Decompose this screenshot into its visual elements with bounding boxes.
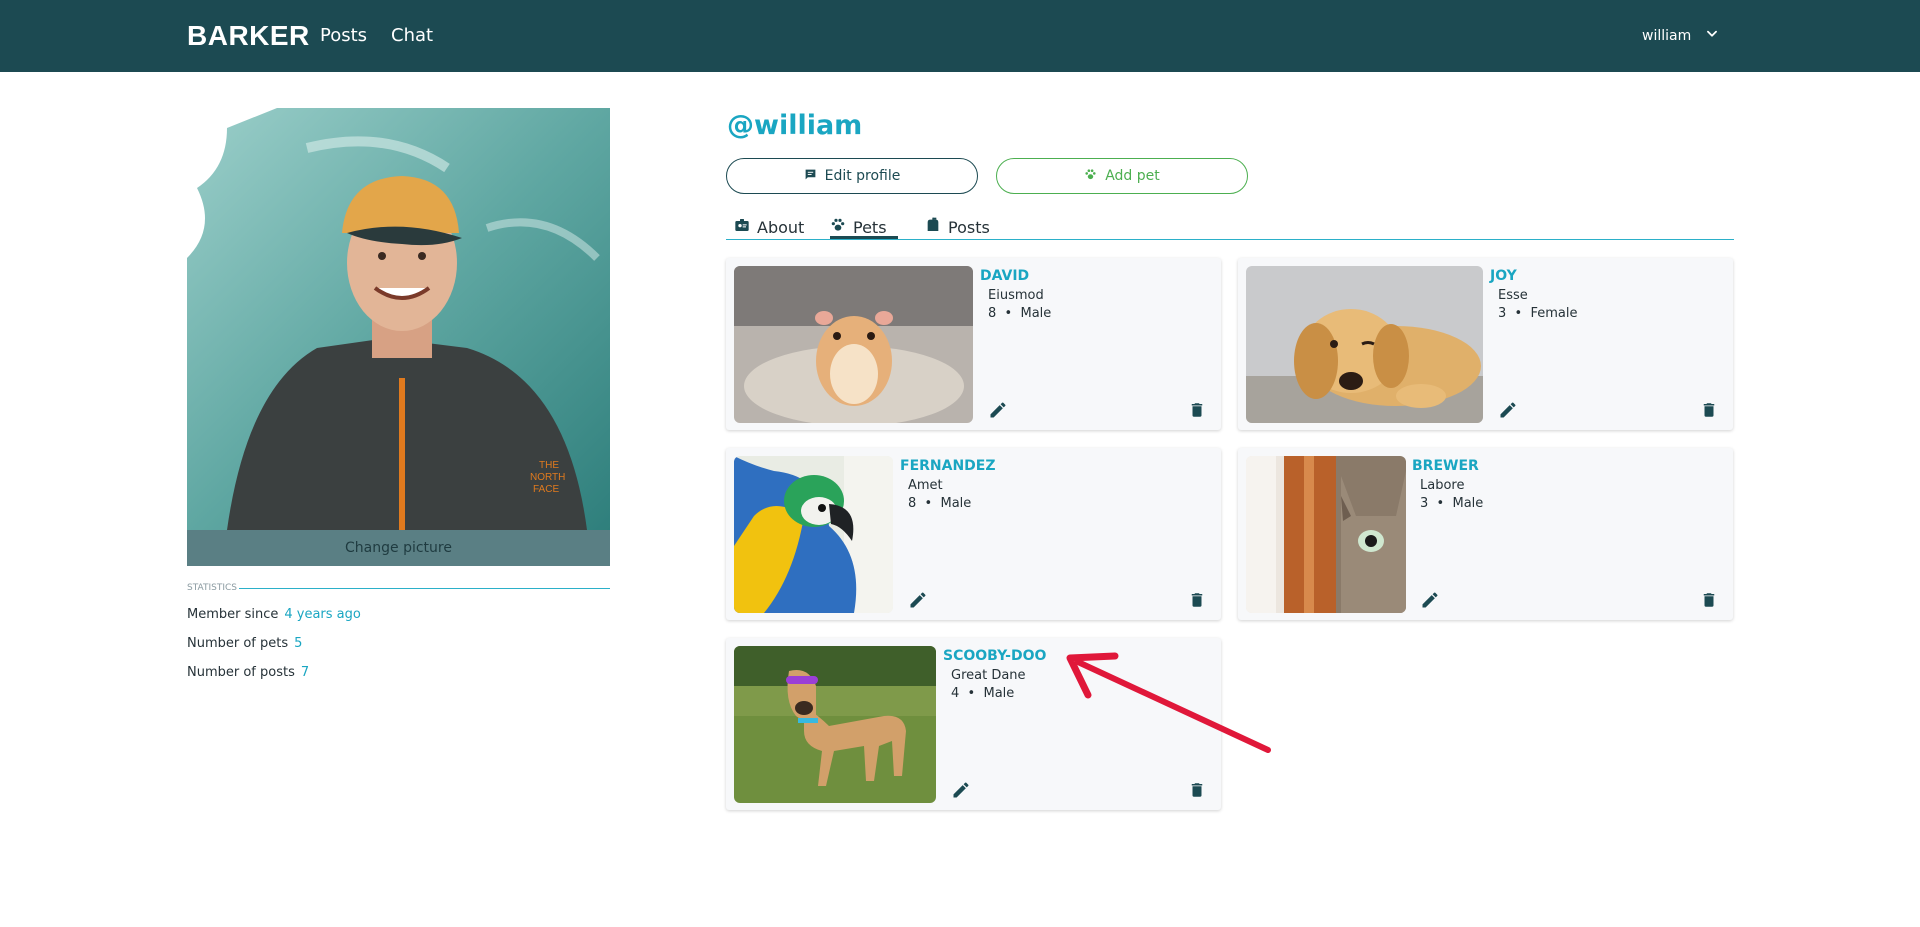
- pet-meta: 8 • Male: [988, 306, 1051, 321]
- trash-icon[interactable]: [1188, 780, 1206, 800]
- pet-age: 8: [908, 496, 917, 511]
- pet-breed: Amet: [908, 478, 943, 493]
- svg-text:NORTH: NORTH: [530, 472, 565, 483]
- id-badge-icon: [734, 217, 750, 237]
- pet-age: 4: [951, 686, 960, 701]
- statistics-heading: STATISTICS: [187, 583, 610, 593]
- pet-name[interactable]: BREWER: [1412, 458, 1479, 474]
- pet-card: FERNANDEZ Amet 8 • Male: [726, 448, 1221, 620]
- pet-gender: Male: [1452, 496, 1484, 511]
- meta-separator: •: [967, 686, 976, 701]
- chevron-down-icon: [1705, 26, 1719, 45]
- trash-icon[interactable]: [1700, 590, 1718, 610]
- pet-card: SCOOBY-DOO Great Dane 4 • Male: [726, 638, 1221, 810]
- top-navbar: BARKER Posts Chat william: [0, 0, 1920, 72]
- comment-icon: [804, 168, 817, 185]
- pet-gender: Female: [1530, 306, 1578, 321]
- pet-breed: Labore: [1420, 478, 1465, 493]
- pet-meta: 4 • Male: [951, 686, 1014, 701]
- stat-member-since: Member since 4 years ago: [187, 607, 361, 622]
- edit-profile-label: Edit profile: [824, 168, 901, 184]
- meta-separator: •: [1436, 496, 1445, 511]
- trash-icon[interactable]: [1188, 590, 1206, 610]
- paw-icon: [1084, 168, 1097, 185]
- pet-photo: [1246, 266, 1483, 423]
- trash-icon[interactable]: [1700, 400, 1718, 420]
- pet-name[interactable]: JOY: [1490, 268, 1517, 284]
- profile-picture: THE NORTH FACE: [187, 108, 610, 530]
- pet-photo: [734, 456, 893, 613]
- statistics-divider: [238, 587, 610, 589]
- pet-photo: [734, 266, 973, 423]
- pet-gender: Male: [1020, 306, 1052, 321]
- tab-posts-label: Posts: [948, 217, 990, 237]
- pet-age: 8: [988, 306, 997, 321]
- profile-tabs: About Pets Posts: [726, 212, 1734, 240]
- pencil-icon[interactable]: [951, 780, 971, 800]
- tab-about-label: About: [757, 217, 805, 237]
- change-picture-button[interactable]: Change picture: [187, 530, 610, 566]
- user-menu-name: william: [1642, 27, 1692, 44]
- pet-breed: Eiusmod: [988, 288, 1044, 303]
- pet-meta: 3 • Male: [1420, 496, 1483, 511]
- pet-gender: Male: [940, 496, 972, 511]
- user-menu[interactable]: william: [1642, 26, 1719, 45]
- pet-age: 3: [1498, 306, 1507, 321]
- pet-age: 3: [1420, 496, 1429, 511]
- pencil-icon[interactable]: [1420, 590, 1440, 610]
- tab-about[interactable]: About: [734, 214, 804, 240]
- stat-number-of-posts: Number of posts 7: [187, 665, 310, 680]
- pet-photo: [734, 646, 936, 803]
- active-tab-indicator: [830, 236, 898, 239]
- pet-name[interactable]: DAVID: [980, 268, 1029, 284]
- pet-meta: 3 • Female: [1498, 306, 1578, 321]
- tab-pets-label: Pets: [853, 217, 887, 237]
- meta-separator: •: [1004, 306, 1013, 321]
- pencil-icon[interactable]: [1498, 400, 1518, 420]
- pet-meta: 8 • Male: [908, 496, 971, 511]
- pet-name[interactable]: FERNANDEZ: [900, 458, 996, 474]
- brand-logo[interactable]: BARKER: [187, 20, 310, 52]
- pencil-icon[interactable]: [988, 400, 1008, 420]
- pet-breed: Great Dane: [951, 668, 1026, 683]
- pet-photo: [1246, 456, 1406, 613]
- stat-number-of-pets: Number of pets 5: [187, 636, 303, 651]
- add-pet-button[interactable]: Add pet: [996, 158, 1248, 194]
- mailbox-icon: [925, 217, 941, 237]
- meta-separator: •: [924, 496, 933, 511]
- paw-icon: [830, 217, 846, 237]
- add-pet-label: Add pet: [1105, 168, 1160, 184]
- nav-link-posts[interactable]: Posts: [320, 25, 367, 46]
- svg-text:THE: THE: [539, 460, 559, 471]
- trash-icon[interactable]: [1188, 400, 1206, 420]
- profile-picture-panel: THE NORTH FACE Change picture: [187, 108, 610, 566]
- pet-card: BREWER Labore 3 • Male: [1238, 448, 1733, 620]
- edit-profile-button[interactable]: Edit profile: [726, 158, 978, 194]
- pencil-icon[interactable]: [908, 590, 928, 610]
- pet-card: DAVID Eiusmod 8 • Male: [726, 258, 1221, 430]
- svg-text:FACE: FACE: [533, 484, 559, 495]
- pet-breed: Esse: [1498, 288, 1528, 303]
- statistics-panel: STATISTICS Member since 4 years ago Numbe…: [187, 583, 610, 680]
- pet-gender: Male: [983, 686, 1015, 701]
- meta-separator: •: [1514, 306, 1523, 321]
- tab-posts[interactable]: Posts: [925, 214, 990, 240]
- pet-name[interactable]: SCOOBY-DOO: [943, 648, 1046, 664]
- nav-link-chat[interactable]: Chat: [391, 25, 433, 46]
- pet-card: JOY Esse 3 • Female: [1238, 258, 1733, 430]
- profile-username: @william: [727, 110, 863, 141]
